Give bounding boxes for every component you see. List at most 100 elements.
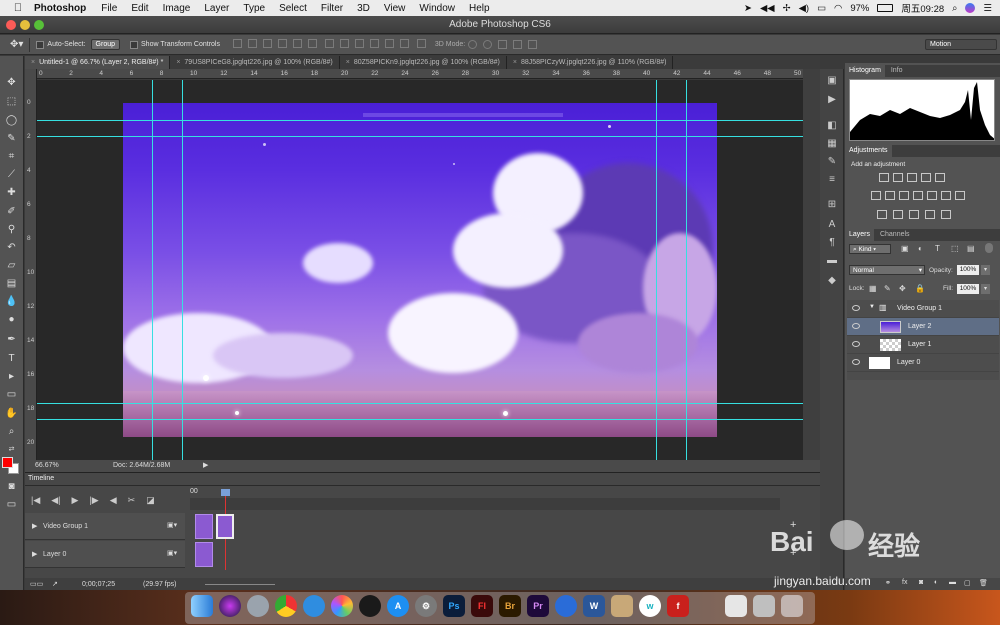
3d-pan-icon[interactable] (498, 40, 508, 49)
menu-type[interactable]: Type (243, 3, 265, 14)
hue-saturation-icon[interactable] (871, 191, 881, 200)
go-to-first-frame-icon[interactable]: |◀ (31, 495, 40, 506)
hand-tool-icon[interactable]: ✋ (3, 407, 20, 421)
trash-icon[interactable] (781, 595, 803, 617)
color-balance-icon[interactable] (885, 191, 895, 200)
gradient-tool-icon[interactable]: ▤ (3, 277, 20, 291)
battery-icon[interactable] (877, 4, 894, 12)
black-white-icon[interactable] (899, 191, 909, 200)
cast-icon[interactable]: ▭ (817, 3, 826, 14)
quick-selection-tool-icon[interactable]: ✎ (3, 132, 20, 146)
lock-position-icon[interactable]: ✥ (899, 284, 906, 293)
close-tab-icon[interactable]: × (346, 59, 350, 66)
flash-dock-icon[interactable]: Fl (471, 595, 493, 617)
clone-stamp-tool-icon[interactable]: ⚲ (3, 223, 20, 237)
zoom-tool-icon[interactable]: ⌕ (3, 425, 20, 439)
brightness-contrast-icon[interactable] (879, 173, 889, 182)
swap-colors-icon[interactable]: ⇄ (3, 443, 20, 457)
menu-view[interactable]: View (384, 3, 406, 14)
workspace-dropdown[interactable]: Motion (925, 39, 997, 50)
render-icon[interactable]: ▭▭ (30, 580, 43, 588)
app-store-icon[interactable]: A (387, 595, 409, 617)
fill-field[interactable]: 100% (957, 284, 979, 294)
filter-smart-object-icon[interactable]: ▤ (967, 244, 975, 253)
finder-icon[interactable] (191, 595, 213, 617)
split-at-playhead-icon[interactable]: ✂ (128, 495, 136, 506)
screen-mode-icon[interactable]: ▭ (3, 498, 20, 512)
distribute-hcenter-icon[interactable] (384, 39, 394, 48)
brush-tool-icon[interactable]: ✐ (3, 205, 20, 219)
close-tab-icon[interactable]: × (513, 59, 517, 66)
w-browser-icon[interactable]: w (639, 595, 661, 617)
visibility-eye-icon[interactable] (852, 305, 860, 311)
lock-transparent-icon[interactable]: ▦ (869, 284, 877, 293)
character-panel-icon[interactable]: A (825, 219, 839, 231)
tab-untitled-1[interactable]: × Untitled-1 @ 66.7% (Layer 2, RGB/8#) * (25, 56, 171, 69)
fan-icon[interactable]: ✢ (783, 3, 791, 14)
blend-mode-dropdown[interactable]: Normal ▾ (849, 265, 925, 275)
apple-icon[interactable]:  (8, 2, 28, 14)
send-icon[interactable]: ➤ (744, 3, 752, 14)
align-right-icon[interactable] (308, 39, 317, 48)
tab-adjustments[interactable]: Adjustments (845, 145, 892, 157)
distribute-right-icon[interactable] (399, 39, 409, 48)
threshold-icon[interactable] (909, 210, 919, 219)
close-tab-icon[interactable]: × (176, 59, 180, 66)
menu-window[interactable]: Window (419, 3, 455, 14)
volume-icon[interactable]: ◀) (799, 3, 809, 14)
transition-icon[interactable]: ◪ (146, 495, 155, 506)
auto-align-icon[interactable] (416, 39, 426, 48)
status-menu-arrow-icon[interactable]: ▶ (203, 461, 208, 469)
foreground-color-swatch[interactable] (2, 457, 13, 468)
3d-rotate-icon[interactable] (468, 40, 478, 49)
align-bottom-icon[interactable] (263, 39, 272, 48)
curves-icon[interactable] (907, 173, 917, 182)
track-layer-0[interactable]: ▶ Layer 0 ▣▾ (25, 541, 185, 568)
align-hcenter-icon[interactable] (293, 39, 302, 48)
tab-histogram[interactable]: Histogram (845, 65, 885, 77)
menu-3d[interactable]: 3D (357, 3, 370, 14)
horizontal-ruler[interactable]: 0 2 4 6 8 10 12 14 16 18 20 22 24 26 28 30 32 34 36 38 40 42 4… (37, 69, 803, 79)
vertical-ruler[interactable]: 0 2 4 6 8 10 12 14 16 18 20 (25, 69, 37, 460)
quick-mask-icon[interactable]: ◙ (3, 480, 20, 494)
path-selection-tool-icon[interactable]: ▸ (3, 370, 20, 384)
opacity-arrow-icon[interactable]: ▾ (981, 265, 990, 275)
blur-tool-icon[interactable]: 💧 (3, 295, 20, 309)
word-icon[interactable]: W (583, 595, 605, 617)
history-brush-tool-icon[interactable]: ↶ (3, 241, 20, 255)
menu-image[interactable]: Image (163, 3, 191, 14)
distribute-left-icon[interactable] (369, 39, 379, 48)
filter-toggle-icon[interactable] (985, 243, 993, 253)
move-tool-icon[interactable]: ✥ (3, 76, 20, 90)
menu-filter[interactable]: Filter (321, 3, 343, 14)
artwork-layer-2[interactable] (123, 103, 717, 437)
spotlight-search-icon[interactable]: ⌕ (952, 3, 957, 14)
3d-panel-icon[interactable]: ◆ (825, 275, 839, 287)
posterize-icon[interactable] (893, 210, 903, 219)
auto-select-checkbox[interactable] (36, 40, 45, 49)
photoshop-dock-icon[interactable]: Ps (443, 595, 465, 617)
siri-icon[interactable] (965, 3, 976, 13)
shape-tool-icon[interactable]: ▭ (3, 388, 20, 402)
crop-tool-icon[interactable]: ⌗ (3, 150, 20, 164)
play-icon[interactable]: ▶ (72, 495, 79, 506)
wifi-icon[interactable]: ◠ (834, 3, 842, 14)
guide-vertical[interactable] (182, 80, 183, 460)
tab-80z58[interactable]: × 80Z58PICKn9.jpglqt226.jpg @ 100% (RGB/8… (340, 56, 507, 69)
notification-center-icon[interactable]: ☰ (983, 3, 992, 14)
previous-frame-icon[interactable]: ◀| (51, 495, 60, 506)
bridge-dock-icon[interactable]: Br (499, 595, 521, 617)
tab-layers[interactable]: Layers (845, 229, 875, 241)
preview-icon[interactable] (725, 595, 747, 617)
gradient-map-icon[interactable] (925, 210, 935, 219)
convert-icon[interactable]: ↗ (52, 580, 58, 588)
guide-vertical[interactable] (656, 80, 657, 460)
tab-channels[interactable]: Channels (876, 229, 914, 241)
time-ruler[interactable] (190, 498, 780, 510)
marquee-tool-icon[interactable]: ⬚ (3, 95, 20, 109)
dodge-tool-icon[interactable]: ● (3, 313, 20, 327)
playhead-handle[interactable] (221, 489, 230, 496)
premiere-dock-icon[interactable]: Pr (527, 595, 549, 617)
3d-roll-icon[interactable] (483, 40, 493, 49)
layer-row-layer-2[interactable]: Layer 2 (847, 318, 999, 336)
